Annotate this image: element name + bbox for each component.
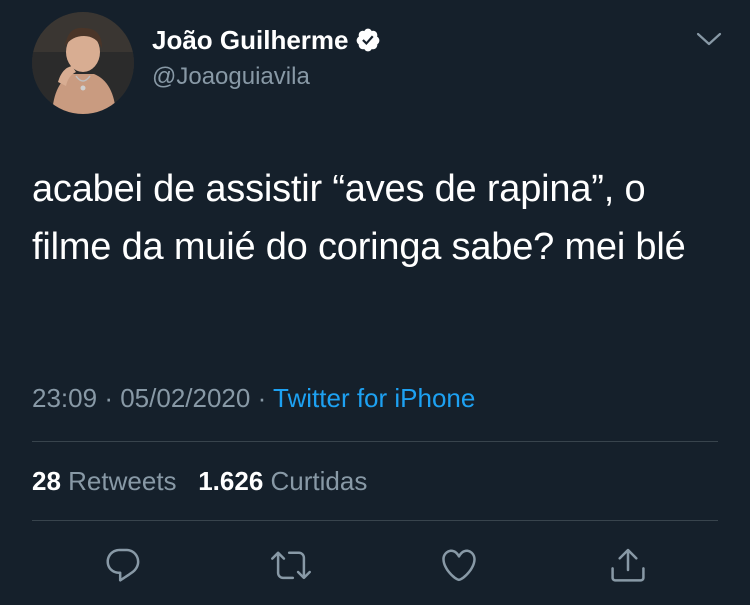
likes-label: Curtidas xyxy=(270,466,368,496)
author-name-text: João Guilherme xyxy=(152,25,349,55)
like-button[interactable] xyxy=(434,540,484,590)
likes-stat[interactable]: 1.626 Curtidas xyxy=(198,466,367,496)
divider xyxy=(32,441,718,442)
tweet-stats: 28 Retweets 1.626 Curtidas xyxy=(32,463,367,499)
retweets-label: Retweets xyxy=(68,466,177,496)
tweet-source-link[interactable]: Twitter for iPhone xyxy=(273,383,475,413)
meta-separator: · xyxy=(257,383,267,413)
verified-badge-icon xyxy=(355,27,381,53)
tweet-date[interactable]: 05/02/2020 xyxy=(120,383,250,413)
retweets-stat[interactable]: 28 Retweets xyxy=(32,466,177,496)
tweet-metadata: 23:09 · 05/02/2020 · Twitter for iPhone xyxy=(32,380,475,416)
share-icon xyxy=(611,548,645,582)
reply-icon xyxy=(106,548,140,582)
meta-separator: · xyxy=(104,383,113,413)
like-icon xyxy=(442,549,476,582)
divider xyxy=(32,520,718,521)
retweet-button[interactable] xyxy=(266,540,316,590)
chevron-down-icon[interactable] xyxy=(694,28,724,50)
avatar-photo xyxy=(32,12,134,114)
retweet-icon xyxy=(271,551,311,580)
tweet-detail: João Guilherme @Joaoguiavila acabei de a… xyxy=(0,0,750,605)
avatar[interactable] xyxy=(32,12,134,114)
share-button[interactable] xyxy=(603,540,653,590)
retweets-count: 28 xyxy=(32,466,61,496)
reply-button[interactable] xyxy=(98,540,148,590)
tweet-time[interactable]: 23:09 xyxy=(32,383,97,413)
likes-count: 1.626 xyxy=(198,466,264,496)
author-display-name[interactable]: João Guilherme xyxy=(152,24,381,56)
tweet-text: acabei de assistir “aves de rapina”, o f… xyxy=(32,168,686,268)
author-handle[interactable]: @Joaoguiavila xyxy=(152,62,310,92)
